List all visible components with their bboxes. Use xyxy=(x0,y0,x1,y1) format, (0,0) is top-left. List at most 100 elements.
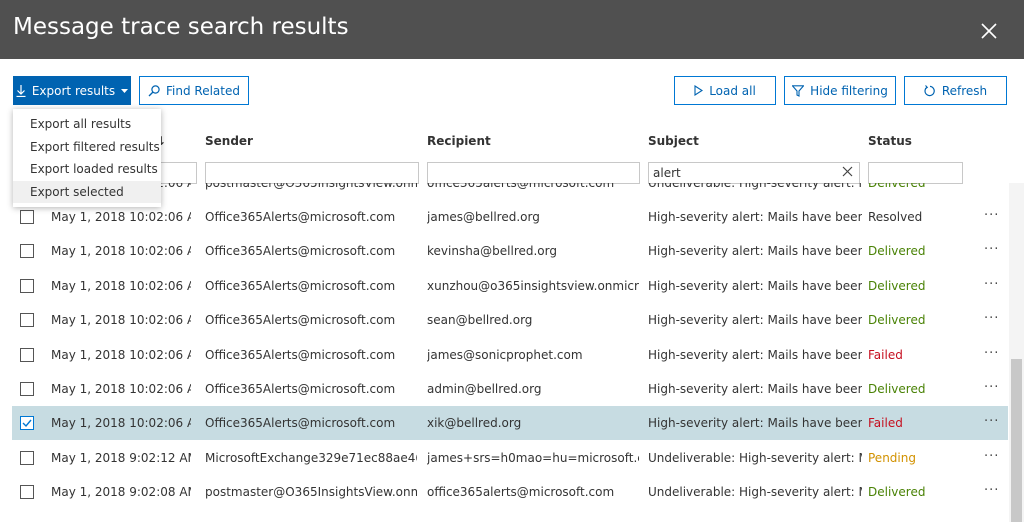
table-row[interactable]: May 1, 2018 10:02:06 AM Office365Alerts@m… xyxy=(12,372,1008,406)
clear-filter-icon[interactable] xyxy=(842,166,853,180)
column-header-sender[interactable]: Sender xyxy=(205,134,253,148)
row-more-icon[interactable]: ··· xyxy=(984,414,999,429)
hide-filtering-button[interactable]: Hide filtering xyxy=(784,76,896,105)
row-date: May 1, 2018 10:02:06 AM xyxy=(51,313,191,328)
row-checkbox[interactable] xyxy=(20,244,34,259)
row-status: Resolved xyxy=(868,210,923,224)
row-sender: Office365Alerts@microsoft.com xyxy=(205,416,396,431)
table-row[interactable]: May 1, 2018 10:02:06 AM Office365Alerts@m… xyxy=(12,338,1008,372)
row-status: Delivered xyxy=(868,313,926,328)
row-status: Delivered xyxy=(868,244,926,259)
status-filter-input[interactable] xyxy=(868,162,963,184)
table-row[interactable]: May 1, 2018 9:02:12 AM MicrosoftExchange3… xyxy=(12,441,1008,475)
menu-item-export-loaded[interactable]: Export loaded results xyxy=(13,158,161,181)
find-related-button[interactable]: Find Related xyxy=(139,76,249,105)
close-icon[interactable] xyxy=(977,19,1001,43)
download-icon xyxy=(16,84,26,97)
row-checkbox[interactable] xyxy=(20,313,34,328)
row-checkbox[interactable] xyxy=(20,210,34,224)
column-header-subject[interactable]: Subject xyxy=(648,134,699,148)
table-row[interactable]: May 1, 2018 10:02:06 AM Office365Alerts@m… xyxy=(12,303,1008,337)
row-subject: Undeliverable: High-severity alert: Mai.… xyxy=(648,183,862,190)
results-table: May 1, 2018 10:02:06 AM postmaster@O365In… xyxy=(12,183,1008,522)
row-sender: postmaster@O365InsightsView.onmic... xyxy=(205,485,417,500)
row-recipient: admin@bellred.org xyxy=(427,382,542,396)
search-icon xyxy=(148,84,160,96)
table-row[interactable]: May 1, 2018 10:02:06 AM Office365Alerts@m… xyxy=(12,234,1008,268)
dialog-title: Message trace search results xyxy=(13,14,349,40)
row-status: Delivered xyxy=(868,278,926,293)
find-related-label: Find Related xyxy=(166,83,240,98)
column-header-recipient[interactable]: Recipient xyxy=(427,134,491,148)
row-more-icon[interactable]: ··· xyxy=(984,483,999,498)
row-more-icon[interactable]: ··· xyxy=(984,346,999,361)
scrollbar[interactable] xyxy=(1009,183,1024,522)
export-results-button[interactable]: Export results xyxy=(13,76,131,105)
row-date: May 1, 2018 9:02:08 AM xyxy=(51,485,191,500)
row-recipient: xunzhou@o365insightsview.onmicros... xyxy=(427,278,639,293)
subject-filter-input[interactable]: alert xyxy=(648,162,860,184)
row-checkbox[interactable] xyxy=(20,416,34,431)
row-date: May 1, 2018 9:02:12 AM xyxy=(51,450,191,465)
row-date: May 1, 2018 10:02:06 AM xyxy=(51,278,191,293)
column-header-status[interactable]: Status xyxy=(868,134,912,148)
row-sender: Office365Alerts@microsoft.com xyxy=(205,278,396,293)
table-row[interactable]: May 1, 2018 10:02:06 AM Office365Alerts@m… xyxy=(12,269,1008,303)
refresh-icon xyxy=(924,84,935,96)
row-more-icon[interactable]: ··· xyxy=(984,380,999,395)
row-more-icon[interactable]: ··· xyxy=(984,449,999,464)
row-checkbox[interactable] xyxy=(20,278,34,293)
row-subject: High-severity alert: Mails have been d..… xyxy=(648,244,862,259)
table-row[interactable]: May 1, 2018 9:02:08 AM postmaster@O365Ins… xyxy=(12,475,1008,509)
row-checkbox[interactable] xyxy=(20,450,34,465)
menu-item-export-all[interactable]: Export all results xyxy=(13,113,161,136)
menu-item-export-filtered[interactable]: Export filtered results xyxy=(13,136,161,159)
row-recipient: sean@bellred.org xyxy=(427,313,533,328)
row-recipient: james@bellred.org xyxy=(427,210,540,224)
row-recipient: kevinsha@bellred.org xyxy=(427,244,557,259)
refresh-label: Refresh xyxy=(941,83,988,98)
row-checkbox[interactable] xyxy=(20,485,34,500)
row-sender: Office365Alerts@microsoft.com xyxy=(205,347,396,362)
row-subject: Undeliverable: High-severity alert: Mai.… xyxy=(648,485,862,500)
row-recipient: james+srs=h0mao=hu=microsoft.co... xyxy=(427,450,639,465)
row-subject: High-severity alert: Mails have been d..… xyxy=(648,382,862,396)
row-more-icon[interactable]: ··· xyxy=(984,183,999,189)
export-results-label: Export results xyxy=(31,83,116,98)
table-row[interactable]: May 1, 2018 10:02:06 AMpostmaster@O365In… xyxy=(12,183,1008,200)
recipient-filter-input[interactable] xyxy=(427,162,640,184)
sender-filter-input[interactable] xyxy=(205,162,419,184)
load-all-button[interactable]: Load all xyxy=(674,76,776,105)
row-sender: Office365Alerts@microsoft.com xyxy=(205,244,396,259)
row-date: May 1, 2018 10:02:06 AM xyxy=(51,347,191,362)
row-more-icon[interactable]: ··· xyxy=(984,311,999,326)
row-more-icon[interactable]: ··· xyxy=(984,208,999,223)
row-recipient: office365alerts@microsoft.com xyxy=(427,183,615,190)
caret-down-icon xyxy=(121,88,129,93)
row-checkbox[interactable] xyxy=(20,347,34,362)
date-filter-input[interactable] xyxy=(160,162,197,184)
play-icon xyxy=(694,85,704,96)
row-status: Delivered xyxy=(868,382,926,396)
table-row[interactable]: May 1, 2018 10:02:06 AM Office365Alerts@m… xyxy=(12,200,1008,234)
row-recipient: xik@bellred.org xyxy=(427,416,522,431)
row-sender: Office365Alerts@microsoft.com xyxy=(205,210,396,224)
row-status: Failed xyxy=(868,347,903,362)
row-more-icon[interactable]: ··· xyxy=(984,242,999,257)
filter-icon xyxy=(792,84,805,97)
row-sender: MicrosoftExchange329e71ec88ae4615... xyxy=(205,450,417,465)
row-sender: Office365Alerts@microsoft.com xyxy=(205,313,396,328)
row-date: May 1, 2018 10:02:06 AM xyxy=(51,382,191,396)
load-all-label: Load all xyxy=(709,83,756,98)
dialog-title-bar: Message trace search results xyxy=(0,0,1024,59)
export-menu: Export all results Export filtered resul… xyxy=(13,109,161,207)
row-more-icon[interactable]: ··· xyxy=(984,277,999,292)
refresh-button[interactable]: Refresh xyxy=(904,76,1007,105)
scrollbar-thumb[interactable] xyxy=(1011,359,1022,522)
menu-item-export-selected[interactable]: Export selected xyxy=(13,180,161,203)
row-status: Failed xyxy=(868,416,903,431)
table-row[interactable]: May 1, 2018 10:02:06 AM Office365Alerts@m… xyxy=(12,406,1008,441)
row-checkbox[interactable] xyxy=(20,382,34,396)
row-subject: High-severity alert: Mails have been d..… xyxy=(648,347,862,362)
row-sender: postmaster@O365InsightsView.onmic... xyxy=(205,183,417,190)
